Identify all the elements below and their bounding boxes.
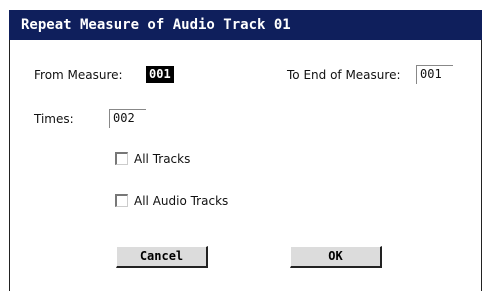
to-end-measure-field[interactable]: 001 xyxy=(416,65,453,84)
all-audio-tracks-checkbox[interactable] xyxy=(115,194,128,207)
cancel-button[interactable]: Cancel xyxy=(116,246,208,268)
repeat-measure-dialog: Repeat Measure of Audio Track 01 From Me… xyxy=(0,0,491,291)
to-end-measure-label: To End of Measure: xyxy=(287,68,401,82)
times-label: Times: xyxy=(34,112,74,126)
times-field[interactable]: 002 xyxy=(109,109,146,128)
all-tracks-checkbox[interactable] xyxy=(115,152,128,165)
from-measure-field[interactable]: 001 xyxy=(146,66,174,83)
all-audio-tracks-label: All Audio Tracks xyxy=(134,194,229,208)
ok-button[interactable]: OK xyxy=(290,246,382,268)
from-measure-label: From Measure: xyxy=(34,68,123,82)
all-tracks-label: All Tracks xyxy=(134,152,191,166)
dialog-body: From Measure: 001 To End of Measure: 001… xyxy=(9,40,482,291)
dialog-title: Repeat Measure of Audio Track 01 xyxy=(9,10,482,40)
